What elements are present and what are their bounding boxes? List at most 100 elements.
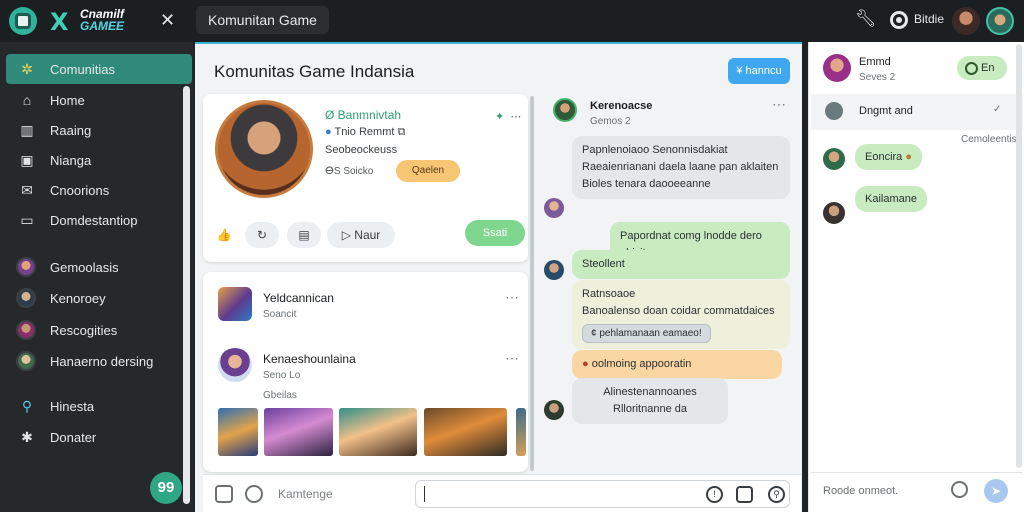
top-action-button[interactable]: ¥ hanncu — [728, 58, 790, 84]
message-avatar — [544, 400, 564, 420]
emoji-icon: ● — [905, 151, 913, 163]
chat-avatar[interactable] — [553, 98, 577, 122]
profile-stat: ⴱS Soicko — [325, 166, 374, 177]
sidebar-community-gemoolasis[interactable]: Gemoolasis — [6, 252, 192, 282]
emoji-icon[interactable] — [951, 481, 968, 498]
contact-avatar[interactable] — [823, 202, 845, 224]
globe-icon: ● — [325, 126, 332, 138]
avatar[interactable] — [952, 7, 980, 35]
sidebar-item-home[interactable]: ⌂ Home — [6, 85, 192, 115]
list-button[interactable]: ▤ — [287, 222, 321, 248]
profile-card: Ø Banmnivtah ● Tnio Remmt ⧉ Seobeockeuss… — [203, 94, 528, 262]
copy-icon[interactable]: ⧉ — [397, 126, 405, 138]
contact-sub: Seves 2 — [859, 72, 896, 83]
gear-icon: ✱ — [21, 428, 33, 445]
sidebar-community-hanaerno-dersing[interactable]: Hanaerno dersing — [6, 346, 192, 376]
share-button[interactable]: ↻ — [245, 222, 279, 248]
title-bar: X Cnamilf GAMEE ✕ Komunitan Game 🔧︎ Bitd… — [0, 0, 1024, 42]
profile-avatar[interactable] — [215, 100, 313, 198]
sidebar-item-hinesta[interactable]: ⚲ Hinesta — [6, 391, 192, 421]
contact-name[interactable]: Emmd — [859, 56, 891, 68]
chat-message: Alinestenannoanes Rlloritnanne da — [572, 378, 728, 424]
message-line: Kailamane — [865, 193, 917, 205]
sidebar-item-label: Raaing — [50, 122, 92, 138]
more-icon[interactable]: ⋯ — [772, 96, 786, 113]
list-item-title[interactable]: Kenaeshounlaina — [263, 352, 356, 366]
emoji-icon[interactable] — [245, 485, 263, 503]
profile-name[interactable]: Ø Banmnivtah — [325, 108, 401, 122]
message-avatar — [544, 198, 564, 218]
right-composer: Roode onmeot. ➤ — [811, 472, 1023, 510]
more-icon[interactable]: ⋯ — [505, 289, 519, 306]
follow-button[interactable]: Ssati — [465, 220, 525, 246]
chat-fab-button[interactable]: 99 — [150, 472, 182, 504]
brand-logo: X Cnamilf GAMEE — [50, 6, 140, 36]
gallery-image[interactable] — [339, 408, 417, 456]
alert-icon: ● — [582, 358, 589, 370]
conversation-row[interactable]: Dngmt and ✓ — [811, 94, 1023, 130]
send-button[interactable]: ➤ — [984, 479, 1008, 503]
play-label: Naur — [354, 228, 381, 242]
like-button[interactable]: 👍 — [211, 222, 237, 248]
message-line: Steollent — [582, 258, 625, 270]
profile-description: Seobeockeuss — [325, 144, 398, 156]
more-icon[interactable]: ⋯ — [505, 350, 519, 367]
conversation-label: Dngmt and — [859, 105, 913, 117]
list-item-title[interactable]: Yeldcannican — [263, 291, 334, 305]
sidebar-item-nianga[interactable]: ▣ Nianga — [6, 145, 192, 175]
chat-column: Kerenoacse Gemos 2 ⋯ Papnlenoiaoo Senonn… — [538, 94, 800, 472]
message-attachment[interactable]: ¢ pehlamanaan eamaeo! — [582, 324, 711, 343]
camera-icon[interactable] — [736, 486, 753, 503]
game-thumbnail[interactable] — [218, 287, 252, 321]
game-thumbnail[interactable] — [218, 348, 252, 382]
user-label[interactable]: Bitdie — [914, 12, 944, 26]
profile-menu[interactable]: ✦ ⋯ — [495, 110, 521, 123]
sidebar-item-raaing[interactable]: ▥ Raaing — [6, 115, 192, 145]
attach-icon[interactable] — [215, 485, 233, 503]
right-input-placeholder[interactable]: Roode onmeot. — [823, 485, 898, 497]
gallery-image[interactable] — [424, 408, 507, 456]
search-icon[interactable]: ⚲ — [768, 486, 785, 503]
list-item-sub: Seno Lo — [263, 370, 301, 381]
gallery-image[interactable] — [264, 408, 333, 456]
message-input[interactable]: ! ⚲ — [415, 480, 790, 508]
contact-avatar[interactable] — [823, 148, 845, 170]
sticker-icon[interactable]: ! — [706, 486, 723, 503]
gallery-image[interactable] — [516, 408, 526, 456]
list-item-sub: Soancit — [263, 309, 297, 320]
search-icon: ⚲ — [21, 397, 33, 414]
right-scrollbar[interactable] — [1016, 44, 1022, 468]
sidebar-item-label: Cnoorions — [50, 182, 110, 198]
tab-komunitan-game[interactable]: Komunitan Game — [196, 6, 329, 34]
chat-message: Eoncira ● — [855, 144, 923, 170]
chat-header-name[interactable]: Kerenoacse — [590, 100, 652, 112]
profile-sub-text: Tnio Remmt — [334, 126, 395, 138]
play-button[interactable]: ▷ Naur — [327, 222, 395, 248]
profile-avatar[interactable] — [986, 7, 1014, 35]
message-avatar — [544, 260, 564, 280]
sidebar-community-rescogities[interactable]: Rescogities — [6, 315, 192, 345]
wrench-icon[interactable]: 🔧︎ — [855, 9, 877, 29]
composer-placeholder[interactable]: Kamtenge — [278, 487, 333, 501]
profile-subtitle: ● Tnio Remmt ⧉ — [325, 126, 405, 139]
sidebar-community-kenoroey[interactable]: Kenoroey — [6, 283, 192, 313]
sidebar-scrollbar[interactable] — [183, 86, 190, 504]
profile-badge[interactable]: Qaelen — [396, 160, 460, 182]
sidebar-item-donater[interactable]: ✱ Donater — [6, 422, 192, 452]
sidebar-item-cnoorions[interactable]: ✉ Cnoorions — [6, 175, 192, 205]
close-icon[interactable]: ✕ — [160, 10, 175, 31]
gallery-image[interactable] — [218, 408, 258, 456]
sidebar-item-label: Gemoolasis — [50, 259, 119, 275]
more-icon[interactable]: ⋯ — [510, 111, 521, 123]
right-panel: Emmd Seves 2 En Dngmt and ✓ Cemoleentis … — [808, 42, 1024, 512]
contact-avatar[interactable] — [823, 54, 851, 82]
pin-icon[interactable]: ✦ — [495, 111, 504, 123]
app-icon[interactable] — [9, 7, 37, 35]
record-icon[interactable] — [890, 11, 908, 29]
sidebar-item-label: Comunitias — [50, 61, 116, 77]
online-toggle[interactable]: En — [957, 56, 1007, 80]
sidebar-item-domdestantiop[interactable]: ▭ Domdestantiop — [6, 205, 192, 235]
chat-scrollbar[interactable] — [530, 96, 534, 471]
sidebar-item-comunitias[interactable]: ✲ Comunitias — [6, 54, 192, 84]
community-avatar — [16, 320, 36, 340]
